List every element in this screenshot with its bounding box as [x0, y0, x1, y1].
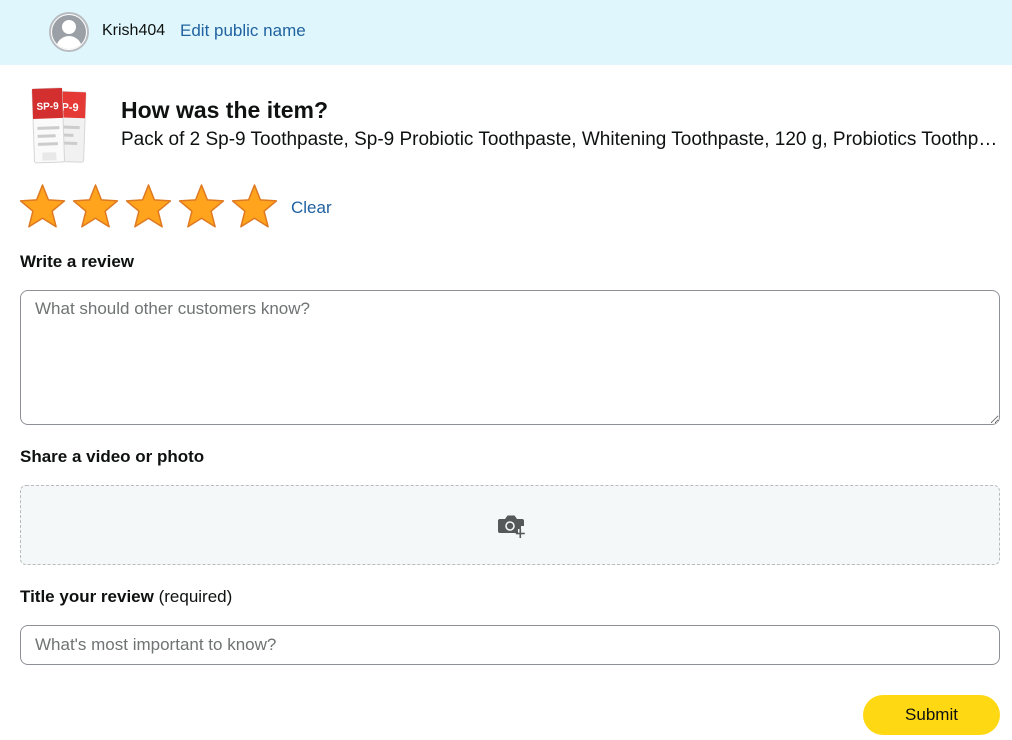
- submit-button[interactable]: Submit: [863, 695, 1000, 735]
- clear-rating-link[interactable]: Clear: [291, 197, 332, 219]
- user-avatar-icon: [52, 15, 86, 49]
- star-icon-1[interactable]: [19, 183, 66, 230]
- title-label: Title your review (required): [20, 586, 232, 608]
- media-label: Share a video or photo: [20, 447, 205, 466]
- edit-public-name-link[interactable]: Edit public name: [180, 20, 306, 42]
- review-title-input[interactable]: [20, 625, 1000, 665]
- star-rating[interactable]: [19, 183, 278, 233]
- product-image: SP-9 SP-9: [28, 87, 90, 167]
- star-icon-5[interactable]: [231, 183, 278, 230]
- product-name: Pack of 2 Sp-9 Toothpaste, Sp-9 Probioti…: [121, 129, 1003, 150]
- star-icon-3[interactable]: [125, 183, 172, 230]
- camera-add-icon: [498, 515, 525, 538]
- profile-bar: Krish404 Edit public name: [0, 0, 1012, 65]
- review-textarea[interactable]: [20, 290, 1000, 425]
- page-title: How was the item?: [121, 97, 329, 123]
- review-label: Write a review: [20, 252, 135, 271]
- svg-text:SP-9: SP-9: [36, 101, 59, 113]
- star-icon-2[interactable]: [72, 183, 119, 230]
- username: Krish404: [102, 22, 166, 39]
- star-icon-4[interactable]: [178, 183, 225, 230]
- media-upload-area[interactable]: [20, 485, 1000, 565]
- required-note: (required): [158, 587, 233, 606]
- title-label-text: Title your review: [20, 587, 154, 606]
- avatar: [49, 12, 89, 52]
